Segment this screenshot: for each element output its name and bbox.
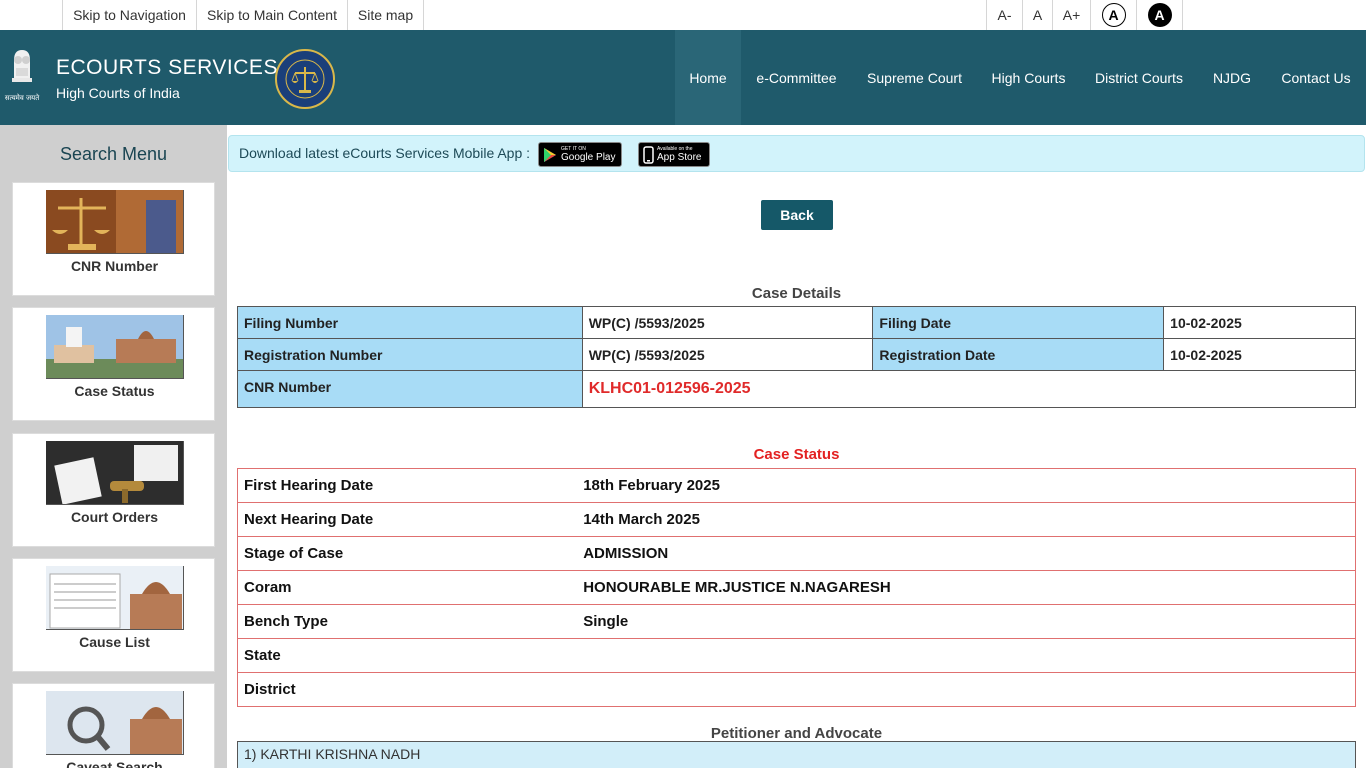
nav-district-courts[interactable]: District Courts bbox=[1080, 30, 1198, 125]
filing-date-value: 10-02-2025 bbox=[1163, 306, 1356, 339]
supreme-court-building-image bbox=[46, 315, 184, 379]
sidebar-item-label: Court Orders bbox=[70, 509, 159, 525]
case-status-title: Case Status bbox=[753, 446, 840, 463]
cnr-number-label: CNR Number bbox=[237, 370, 583, 408]
table-row: Stage of Case ADMISSION bbox=[237, 536, 1357, 571]
table-row: Bench Type Single bbox=[237, 604, 1357, 639]
search-menu-title: Search Menu bbox=[59, 144, 168, 164]
sidebar-item-label: Caveat Search bbox=[66, 759, 163, 768]
nav-e-committee[interactable]: e-Committee bbox=[741, 30, 852, 125]
case-details-title: Case Details bbox=[751, 285, 842, 302]
petitioner-row: 1) KARTHI KRISHNA NADH bbox=[237, 741, 1356, 768]
high-contrast-button[interactable]: A bbox=[1136, 0, 1183, 30]
sidebar-item-court-orders[interactable]: Court Orders bbox=[12, 433, 215, 547]
table-row: Filing Number WP(C) /5593/2025 Filing Da… bbox=[237, 306, 1356, 339]
first-hearing-date-label: First Hearing Date bbox=[237, 468, 578, 503]
table-row: CNR Number KLHC01-012596-2025 bbox=[237, 370, 1356, 408]
nav-high-courts[interactable]: High Courts bbox=[977, 30, 1080, 125]
coram-value: HONOURABLE MR.JUSTICE N.NAGARESH bbox=[577, 570, 1357, 605]
table-row: Registration Number WP(C) /5593/2025 Reg… bbox=[237, 338, 1356, 371]
table-row: First Hearing Date 18th February 2025 bbox=[237, 468, 1357, 503]
stage-of-case-label: Stage of Case bbox=[237, 536, 578, 571]
nav-home[interactable]: Home bbox=[675, 30, 741, 125]
high-contrast-icon: A bbox=[1147, 3, 1172, 27]
table-row: Next Hearing Date 14th March 2025 bbox=[237, 502, 1357, 537]
scales-of-justice-image bbox=[46, 190, 184, 254]
coram-label: Coram bbox=[237, 570, 578, 605]
court-list-image bbox=[46, 566, 184, 630]
google-play-icon bbox=[544, 147, 556, 162]
table-row: District bbox=[237, 672, 1357, 707]
site-title: ECOURTS SERVICES bbox=[56, 56, 278, 79]
nav-contact-us[interactable]: Contact Us bbox=[1266, 30, 1366, 125]
phone-icon bbox=[643, 145, 654, 164]
google-play-big-text: Google Play bbox=[561, 152, 616, 163]
normal-contrast-icon: A bbox=[1101, 3, 1126, 27]
district-value bbox=[577, 672, 1357, 707]
google-play-button[interactable]: GET IT ON Google Play bbox=[538, 142, 622, 167]
site-map-link[interactable]: Site map bbox=[347, 0, 424, 30]
table-row: Coram HONOURABLE MR.JUSTICE N.NAGARESH bbox=[237, 570, 1357, 605]
next-hearing-date-value: 14th March 2025 bbox=[577, 502, 1357, 537]
empty-cell bbox=[1163, 370, 1356, 408]
search-menu-sidebar: Search Menu CNR Number Case Status Court… bbox=[0, 125, 227, 768]
sidebar-item-label: Cause List bbox=[79, 634, 150, 650]
site-header: सत्यमेव जयते ECOURTS SERVICES High Court… bbox=[0, 30, 1366, 125]
petitioner-advocate-title: Petitioner and Advocate bbox=[710, 725, 883, 742]
national-emblem-icon: सत्यमेव जयते bbox=[4, 44, 40, 106]
app-store-button[interactable]: Available on the App Store bbox=[638, 142, 710, 167]
nav-njdg[interactable]: NJDG bbox=[1198, 30, 1266, 125]
filing-number-label: Filing Number bbox=[237, 306, 583, 339]
bench-type-label: Bench Type bbox=[237, 604, 578, 639]
sidebar-item-case-status[interactable]: Case Status bbox=[12, 307, 215, 421]
registration-date-label: Registration Date bbox=[872, 338, 1165, 371]
state-label: State bbox=[237, 638, 578, 673]
app-store-big-text: App Store bbox=[657, 152, 702, 163]
font-normal-button[interactable]: A bbox=[1022, 0, 1052, 30]
ecourts-seal-logo bbox=[275, 49, 335, 109]
first-hearing-date-value: 18th February 2025 bbox=[577, 468, 1357, 503]
app-download-text: Download latest eCourts Services Mobile … bbox=[239, 145, 531, 161]
skip-to-navigation-link[interactable]: Skip to Navigation bbox=[62, 0, 196, 30]
top-utility-bar: Skip to Navigation Skip to Main Content … bbox=[0, 0, 1366, 30]
gavel-document-image bbox=[46, 441, 184, 505]
bench-type-value: Single bbox=[577, 604, 1357, 639]
district-label: District bbox=[237, 672, 578, 707]
back-button[interactable]: Back bbox=[761, 200, 833, 230]
sidebar-item-caveat-search[interactable]: Caveat Search bbox=[12, 683, 215, 768]
next-hearing-date-label: Next Hearing Date bbox=[237, 502, 578, 537]
nav-supreme-court[interactable]: Supreme Court bbox=[852, 30, 977, 125]
cnr-number-cell: KLHC01-012596-2025 bbox=[581, 370, 1164, 408]
filing-date-label: Filing Date bbox=[872, 306, 1165, 339]
stage-of-case-value: ADMISSION bbox=[577, 536, 1357, 571]
registration-date-value: 10-02-2025 bbox=[1163, 338, 1356, 371]
table-row: State bbox=[237, 638, 1357, 673]
filing-number-value: WP(C) /5593/2025 bbox=[581, 306, 874, 339]
registration-number-label: Registration Number bbox=[237, 338, 583, 371]
normal-contrast-button[interactable]: A bbox=[1090, 0, 1136, 30]
state-value bbox=[577, 638, 1357, 673]
sidebar-item-cnr-number[interactable]: CNR Number bbox=[12, 182, 215, 296]
sidebar-item-cause-list[interactable]: Cause List bbox=[12, 558, 215, 672]
font-decrease-button[interactable]: A- bbox=[986, 0, 1022, 30]
case-status-table: First Hearing Date 18th February 2025 Ne… bbox=[237, 468, 1357, 707]
emblem-caption: सत्यमेव जयते bbox=[5, 93, 40, 102]
magnifier-court-image bbox=[46, 691, 184, 755]
registration-number-value: WP(C) /5593/2025 bbox=[581, 338, 874, 371]
site-subtitle: High Courts of India bbox=[56, 85, 180, 101]
sidebar-item-label: Case Status bbox=[74, 383, 155, 399]
cnr-number-value: KLHC01-012596-2025 bbox=[588, 380, 751, 397]
skip-to-main-content-link[interactable]: Skip to Main Content bbox=[196, 0, 347, 30]
case-details-table: Filing Number WP(C) /5593/2025 Filing Da… bbox=[237, 306, 1356, 408]
app-download-banner: Download latest eCourts Services Mobile … bbox=[228, 135, 1365, 172]
font-increase-button[interactable]: A+ bbox=[1052, 0, 1090, 30]
sidebar-item-label: CNR Number bbox=[70, 258, 159, 274]
